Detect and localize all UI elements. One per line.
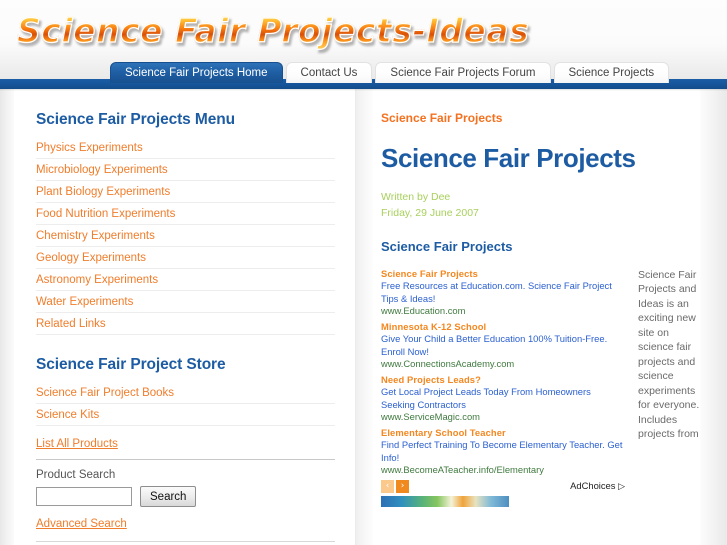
advanced-search-link[interactable]: Advanced Search	[36, 518, 127, 530]
adchoices-link[interactable]: AdChoices ▷	[570, 480, 625, 492]
sidebar-item-water-experiments[interactable]: Water Experiments	[36, 291, 335, 312]
product-search-label: Product Search	[36, 469, 116, 481]
sidebar-menu-heading: Science Fair Projects Menu	[36, 111, 235, 128]
article-meta: Written by Dee Friday, 29 June 2007	[381, 190, 700, 220]
list-item: Food Nutrition Experiments	[36, 203, 335, 225]
article-subheading: Science Fair Projects	[381, 238, 513, 254]
ad-title[interactable]: Need Projects Leads?	[381, 374, 626, 387]
ad-footer: ‹ › AdChoices ▷	[381, 479, 626, 494]
ad-url[interactable]: www.BecomeATeacher.info/Elementary	[381, 464, 626, 477]
list-item: Science Kits	[36, 404, 335, 426]
ad-pager: ‹ ›	[381, 479, 409, 493]
sidebar-item-science-fair-project-books[interactable]: Science Fair Project Books	[36, 382, 335, 403]
tab-science-projects[interactable]: Science Projects	[553, 62, 670, 83]
ad-url[interactable]: www.ServiceMagic.com	[381, 411, 626, 424]
article-intro-text: Science Fair Projects and Ideas is an ex…	[638, 268, 700, 441]
adchoices-label: AdChoices	[570, 479, 616, 491]
page-body: Science Fair Projects Menu Physics Exper…	[0, 89, 727, 545]
list-item: Astronomy Experiments	[36, 269, 335, 291]
ad-url[interactable]: www.ConnectionsAcademy.com	[381, 358, 626, 371]
ad-title[interactable]: Elementary School Teacher	[381, 427, 626, 440]
ad-title[interactable]: Minnesota K-12 School	[381, 321, 626, 334]
right-page-edge	[700, 89, 727, 545]
ad-title[interactable]: Science Fair Projects	[381, 268, 626, 281]
main-content: Science Fair Projects Science Fair Proje…	[373, 89, 700, 545]
list-item: Water Experiments	[36, 291, 335, 313]
ad-item: Need Projects Leads? Get Local Project L…	[381, 374, 626, 424]
sidebar-bottom-divider	[36, 541, 335, 542]
tab-science-fair-projects-home[interactable]: Science Fair Projects Home	[110, 62, 283, 83]
column-gutter	[355, 89, 373, 545]
list-item: Microbiology Experiments	[36, 159, 335, 181]
product-search-input[interactable]	[36, 487, 132, 506]
breadcrumb[interactable]: Science Fair Projects	[381, 111, 700, 125]
sidebar-menu-list: Physics Experiments Microbiology Experim…	[14, 137, 355, 335]
sidebar-item-plant-biology-experiments[interactable]: Plant Biology Experiments	[36, 181, 335, 202]
list-item: Physics Experiments	[36, 137, 335, 159]
main-navigation: Science Fair Projects Home Contact Us Sc…	[110, 58, 670, 83]
ad-url[interactable]: www.Education.com	[381, 305, 626, 318]
article-thumbnail-image	[381, 495, 509, 507]
product-search-row: Search	[36, 486, 355, 507]
ad-description[interactable]: Get Local Project Leads Today From Homeo…	[381, 386, 626, 411]
ad-item: Minnesota K-12 School Give Your Child a …	[381, 321, 626, 371]
sidebar-item-chemistry-experiments[interactable]: Chemistry Experiments	[36, 225, 335, 246]
sidebar-item-astronomy-experiments[interactable]: Astronomy Experiments	[36, 269, 335, 290]
ad-item: Elementary School Teacher Find Perfect T…	[381, 427, 626, 477]
article-author: Written by Dee	[381, 191, 451, 204]
list-item: Plant Biology Experiments	[36, 181, 335, 203]
sidebar-item-physics-experiments[interactable]: Physics Experiments	[36, 137, 335, 158]
left-page-edge	[0, 89, 14, 545]
tab-science-fair-projects-forum[interactable]: Science Fair Projects Forum	[375, 62, 551, 83]
chevron-left-icon[interactable]: ‹	[381, 479, 394, 493]
sidebar: Science Fair Projects Menu Physics Exper…	[14, 89, 355, 545]
list-all-products-link[interactable]: List All Products	[36, 438, 118, 450]
list-item: Related Links	[36, 313, 335, 335]
sidebar-store-heading: Science Fair Project Store	[36, 356, 226, 373]
sidebar-item-microbiology-experiments[interactable]: Microbiology Experiments	[36, 159, 335, 180]
article-body: Science Fair Projects and Ideas is an ex…	[373, 268, 700, 507]
adchoices-triangle-icon: ▷	[618, 480, 625, 491]
list-item: Geology Experiments	[36, 247, 335, 269]
site-logo[interactable]: Science Fair Projects-Ideas	[16, 10, 529, 50]
sidebar-item-geology-experiments[interactable]: Geology Experiments	[36, 247, 335, 268]
sidebar-item-science-kits[interactable]: Science Kits	[36, 404, 335, 425]
ad-block: Science Fair Projects Free Resources at …	[381, 268, 626, 477]
product-search-button[interactable]: Search	[140, 486, 197, 507]
sidebar-store-list: Science Fair Project Books Science Kits	[14, 382, 355, 426]
sidebar-divider	[36, 459, 335, 460]
list-item: Chemistry Experiments	[36, 225, 335, 247]
ad-description[interactable]: Give Your Child a Better Education 100% …	[381, 333, 626, 358]
ad-description[interactable]: Free Resources at Education.com. Science…	[381, 280, 626, 305]
sidebar-item-food-nutrition-experiments[interactable]: Food Nutrition Experiments	[36, 203, 335, 224]
tab-contact-us[interactable]: Contact Us	[285, 62, 373, 83]
list-item: Science Fair Project Books	[36, 382, 335, 404]
ad-description[interactable]: Find Perfect Training To Become Elementa…	[381, 439, 626, 464]
page-root: Science Fair Projects-Ideas Science Fair…	[0, 0, 727, 545]
page-title: Science Fair Projects	[381, 143, 636, 173]
ad-item: Science Fair Projects Free Resources at …	[381, 268, 626, 318]
article-date: Friday, 29 June 2007	[381, 206, 479, 219]
header-bar-shadow	[0, 89, 727, 91]
chevron-right-icon[interactable]: ›	[396, 479, 409, 493]
sidebar-item-related-links[interactable]: Related Links	[36, 313, 335, 334]
